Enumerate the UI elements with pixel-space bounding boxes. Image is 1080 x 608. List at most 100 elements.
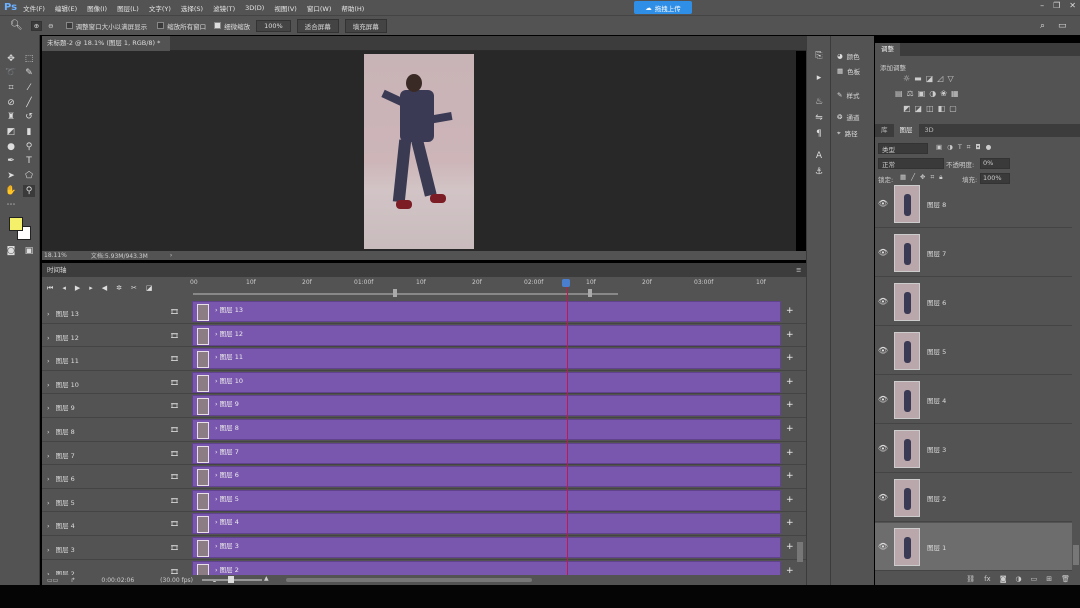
properties-icon[interactable]: ⇋: [813, 112, 825, 124]
menu-3d[interactable]: 3D(D): [245, 4, 264, 12]
menu-layer[interactable]: 图层(L): [117, 3, 139, 13]
zoom-level[interactable]: 18.11%: [44, 252, 67, 259]
crop-tool-icon[interactable]: ⌗: [5, 82, 17, 94]
blur-tool-icon[interactable]: ●: [5, 141, 17, 153]
visibility-eye-icon[interactable]: 👁︎: [875, 444, 891, 453]
chevron-right-icon[interactable]: ›: [47, 357, 50, 365]
add-media-icon[interactable]: +: [786, 400, 794, 410]
adjustment-layer-icon[interactable]: ◑: [1016, 575, 1022, 583]
healing-brush-icon[interactable]: ⊘: [5, 97, 17, 109]
fx-icon[interactable]: fx: [984, 575, 991, 583]
history-icon[interactable]: ⎘: [813, 50, 825, 62]
chevron-right-icon[interactable]: ›: [47, 381, 50, 389]
group-icon[interactable]: ▭: [1031, 575, 1038, 583]
film-icon[interactable]: 🎞︎: [170, 544, 179, 552]
paragraph-icon[interactable]: ¶: [813, 128, 825, 140]
close-icon[interactable]: ✕: [1069, 1, 1076, 10]
opacity-input[interactable]: 0%: [980, 158, 1010, 169]
zoom-100-button[interactable]: 100%: [256, 19, 291, 32]
brush-presets-icon[interactable]: ♨: [813, 96, 825, 108]
film-icon[interactable]: 🎞︎: [170, 308, 179, 316]
scrubby-zoom-checkbox[interactable]: [214, 22, 222, 29]
track-row[interactable]: › 图层 3 🎞︎ › 图层 3 +: [42, 536, 806, 560]
playhead-line[interactable]: [567, 282, 568, 575]
visibility-eye-icon[interactable]: 👁︎: [875, 248, 891, 257]
upload-button[interactable]: ☁ 拖拽上传: [634, 1, 692, 14]
tab-layers[interactable]: 图层: [893, 124, 919, 137]
menu-help[interactable]: 帮助(H): [341, 3, 364, 13]
add-media-icon[interactable]: +: [786, 306, 794, 316]
film-icon[interactable]: 🎞︎: [170, 355, 179, 363]
visibility-eye-icon[interactable]: 👁︎: [875, 199, 891, 208]
shape-tool-icon[interactable]: ⬠: [23, 170, 35, 182]
video-clip[interactable]: › 图层 13: [192, 301, 781, 322]
work-area-end-handle[interactable]: [588, 289, 592, 297]
menu-filter[interactable]: 滤镜(T): [213, 3, 235, 13]
chevron-right-icon[interactable]: ›: [47, 404, 50, 412]
track-row[interactable]: › 图层 2 🎞︎ › 图层 2 +: [42, 560, 806, 575]
layers-scrollbar[interactable]: [1073, 545, 1079, 565]
prev-frame-icon[interactable]: ◂: [62, 284, 66, 292]
add-media-icon[interactable]: +: [786, 448, 794, 458]
video-clip[interactable]: › 图层 6: [192, 466, 781, 488]
chevron-right-icon[interactable]: ›: [47, 499, 50, 507]
resize-windows-checkbox[interactable]: [65, 22, 73, 29]
swatches-panel-button[interactable]: ▦ 色板: [837, 66, 860, 76]
brush-tool-icon[interactable]: ╱: [23, 97, 35, 109]
render-icon[interactable]: ↱: [70, 577, 75, 584]
lasso-tool-icon[interactable]: ➰: [5, 67, 17, 79]
track-row[interactable]: › 图层 8 🎞︎ › 图层 8 +: [42, 418, 806, 442]
workspace-icon[interactable]: ▭: [1058, 21, 1067, 31]
visibility-eye-icon[interactable]: 👁︎: [875, 395, 891, 404]
track-row[interactable]: › 图层 4 🎞︎ › 图层 4 +: [42, 512, 806, 536]
layer-filter-select[interactable]: 类型: [878, 143, 928, 154]
menu-type[interactable]: 文字(Y): [149, 3, 171, 13]
actions-icon[interactable]: ▸: [813, 72, 825, 84]
chevron-right-icon[interactable]: ›: [47, 310, 50, 318]
video-clip[interactable]: › 图层 8: [192, 418, 781, 440]
move-tool-icon[interactable]: ✥: [5, 53, 17, 65]
layer-row[interactable]: 👁︎ 图层 4: [875, 376, 1072, 424]
chevron-right-icon[interactable]: ›: [47, 452, 50, 460]
zoom-all-checkbox[interactable]: [157, 22, 165, 29]
film-icon[interactable]: 🎞︎: [170, 332, 179, 340]
paths-panel-button[interactable]: ⌖ 路径: [837, 128, 858, 139]
eyedropper-icon[interactable]: ⁄: [23, 82, 35, 94]
fit-screen-button[interactable]: 适合屏幕: [296, 18, 339, 33]
layer-row[interactable]: 👁︎ 图层 7: [875, 229, 1072, 277]
history-brush-icon[interactable]: ↺: [23, 111, 35, 123]
film-icon[interactable]: 🎞︎: [170, 520, 179, 528]
settings-gear-icon[interactable]: ✲: [116, 284, 122, 292]
path-select-icon[interactable]: ➤: [5, 170, 17, 182]
layer-row-selected[interactable]: 👁︎ 图层 1: [875, 523, 1072, 571]
film-icon[interactable]: 🎞︎: [170, 473, 179, 481]
film-icon[interactable]: 🎞︎: [170, 450, 179, 458]
document-tab[interactable]: 未标题-2 @ 18.1% (图层 1, RGB/8) * ×: [42, 36, 170, 62]
track-row[interactable]: › 图层 5 🎞︎ › 图层 5 +: [42, 489, 806, 513]
track-row[interactable]: › 图层 13 🎞︎ › 图层 13 +: [42, 300, 806, 324]
adjustment-icons-row-2[interactable]: ▤⚖▣◑❀▦: [895, 89, 963, 98]
timeline-scrollbar[interactable]: [797, 542, 803, 562]
mask-icon[interactable]: ◙: [1000, 575, 1007, 583]
filter-icons[interactable]: ▣◑T⌗◘●: [936, 143, 996, 152]
new-layer-icon[interactable]: ⊞: [1046, 575, 1052, 583]
zoom-tool-icon[interactable]: ⚲: [23, 185, 35, 197]
zoom-in-icon[interactable]: ⊕: [30, 20, 43, 31]
track-row[interactable]: › 图层 6 🎞︎ › 图层 6 +: [42, 465, 806, 489]
video-clip[interactable]: › 图层 2: [192, 560, 781, 575]
add-media-icon[interactable]: +: [786, 542, 794, 552]
playhead-handle[interactable]: [562, 279, 570, 287]
character-icon[interactable]: A: [813, 150, 825, 162]
split-scissors-icon[interactable]: ✂: [131, 284, 137, 292]
styles-panel-button[interactable]: ✎ 样式: [837, 90, 859, 100]
adjustment-icons-row-3[interactable]: ◩◪◫◧▢: [903, 104, 961, 113]
track-row[interactable]: › 图层 12 🎞︎ › 图层 12 +: [42, 324, 806, 348]
menu-view[interactable]: 视图(V): [274, 3, 297, 13]
trash-icon[interactable]: 🗑︎: [1061, 575, 1070, 583]
tab-libraries[interactable]: 库: [875, 124, 894, 137]
menu-window[interactable]: 窗口(W): [307, 3, 332, 13]
restore-icon[interactable]: ❐: [1053, 1, 1060, 10]
status-arrow-icon[interactable]: ›: [170, 252, 172, 259]
add-media-icon[interactable]: +: [786, 330, 794, 340]
menu-edit[interactable]: 编辑(E): [55, 3, 77, 13]
